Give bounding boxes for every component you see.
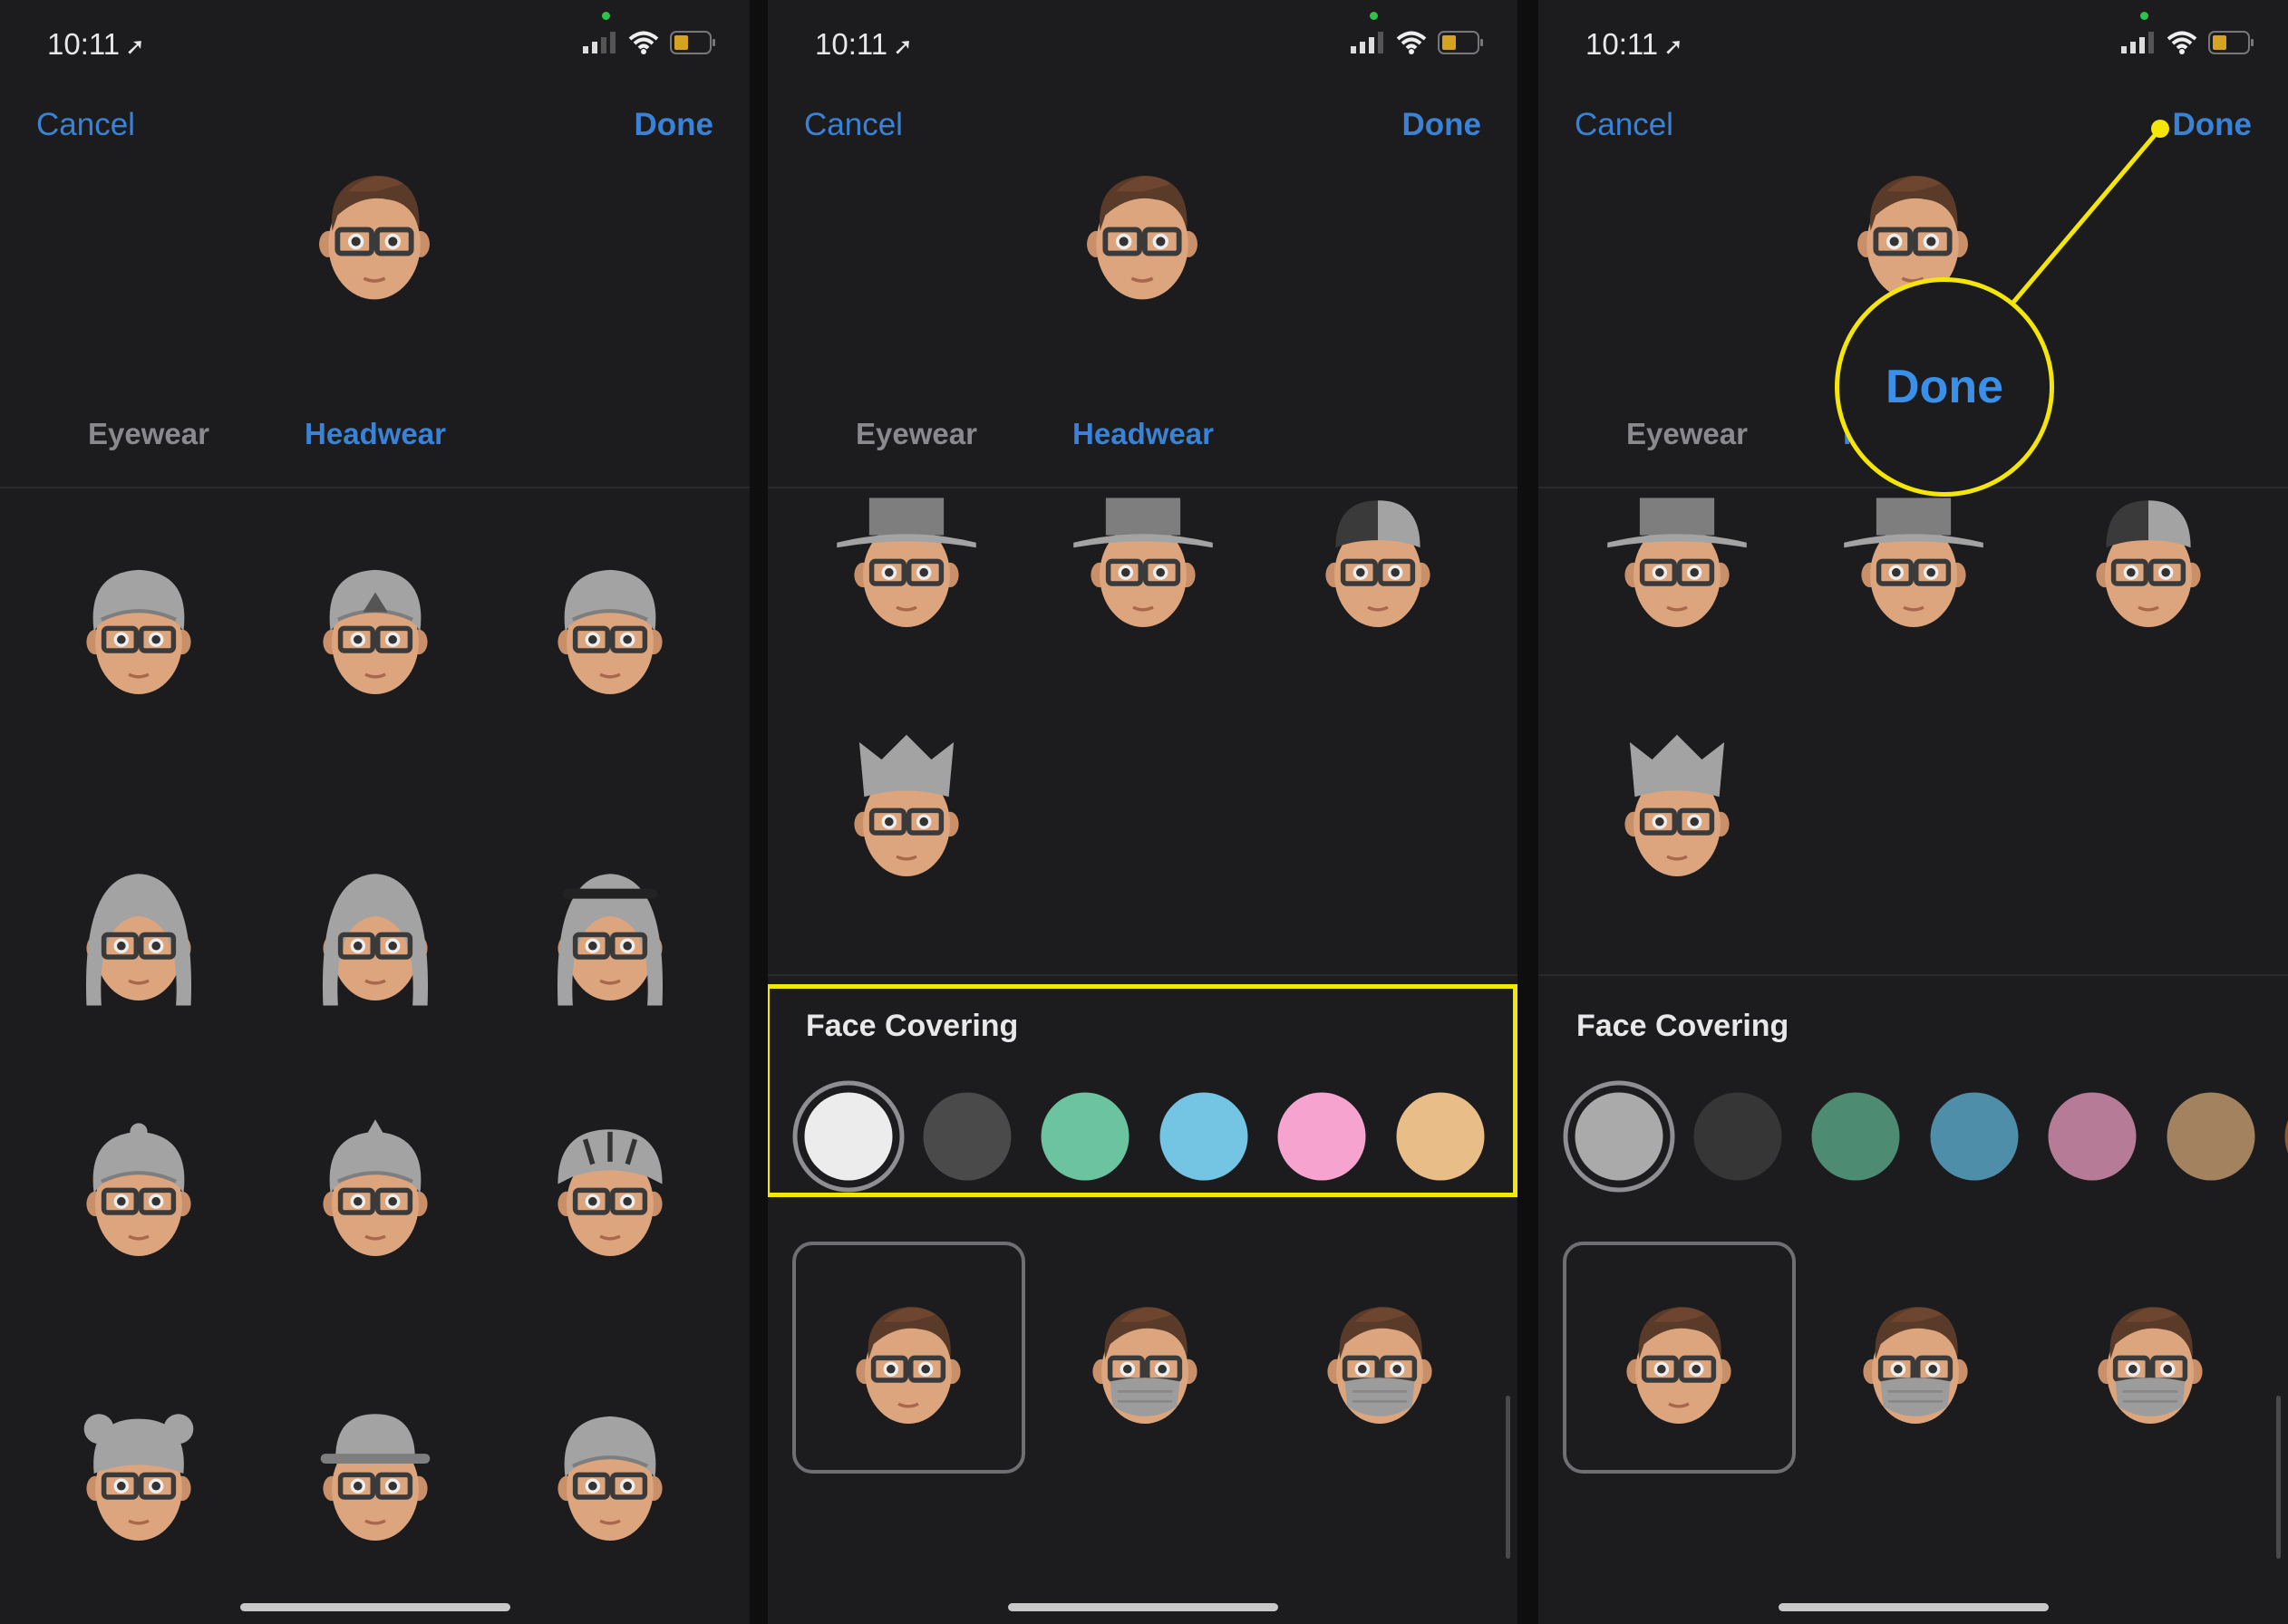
- memoji-preview: [1061, 147, 1224, 310]
- memoji-bear-ears-hat-image: [83, 1414, 194, 1542]
- scroll-indicator[interactable]: [2276, 1396, 2281, 1559]
- memoji-beanie-image: [557, 1416, 663, 1542]
- status-icons: [583, 31, 717, 54]
- headwear-option-peaked-beanie[interactable]: [298, 1112, 452, 1266]
- status-icons: [1351, 31, 1485, 54]
- face-covering-option-surgical-mask[interactable]: [1838, 1280, 1992, 1434]
- face-covering-option-surgical-mask[interactable]: [1068, 1280, 1222, 1434]
- editor-panel-1: 10:11 ➚ Cancel Done Eyewear Headwear: [0, 0, 750, 1624]
- memoji-crown-image: [854, 734, 959, 877]
- selected-option-frame: [792, 1242, 1025, 1474]
- memoji-turban-image: [86, 569, 191, 695]
- memoji-two-tone-cap-image: [1325, 500, 1430, 628]
- location-arrow-icon: ➚: [893, 33, 913, 60]
- headwear-option-bear-ears-hat[interactable]: [62, 1397, 216, 1551]
- cancel-button[interactable]: Cancel: [804, 107, 903, 143]
- face-covering-highlight-box: [768, 984, 1517, 1197]
- tab-eyewear[interactable]: Eyewear: [856, 417, 977, 451]
- headwear-option-beanie[interactable]: [533, 1397, 687, 1551]
- memoji-bike-helmet-image: [557, 1129, 663, 1257]
- memoji-turban-wrap-image: [323, 569, 428, 695]
- tab-headwear[interactable]: Headwear: [305, 417, 446, 451]
- memoji-bucket-hat-image: [1073, 498, 1213, 628]
- headwear-option-crown[interactable]: [829, 732, 984, 886]
- memoji-hair-image: [1087, 175, 1197, 300]
- home-indicator[interactable]: [239, 1603, 510, 1611]
- memoji-head-wrap-image: [557, 569, 663, 695]
- memoji-hair-image: [1092, 1307, 1197, 1425]
- face-covering-color-swatch[interactable]: [1811, 1092, 1900, 1181]
- headwear-option-two-tone-cap[interactable]: [1301, 483, 1455, 637]
- face-covering-color-swatch[interactable]: [2167, 1092, 2254, 1181]
- headwear-option-crown[interactable]: [1600, 732, 1754, 886]
- face-covering-option-cloth-mask[interactable]: [1303, 1280, 1457, 1434]
- status-time-text: 10:11: [47, 27, 121, 61]
- tab-eyewear[interactable]: Eyewear: [88, 417, 209, 451]
- headwear-option-bucket-hat[interactable]: [1066, 483, 1220, 637]
- status-time-text: 10:11: [815, 27, 888, 61]
- headwear-option-hijab-long[interactable]: [298, 856, 452, 1010]
- headwear-option-hard-hat[interactable]: [298, 1397, 452, 1551]
- home-indicator[interactable]: [1778, 1603, 2049, 1611]
- done-button[interactable]: Done: [1402, 107, 1482, 143]
- tab-headwear[interactable]: Headwear: [1072, 417, 1214, 451]
- headwear-option-wide-brim-hat[interactable]: [829, 483, 984, 637]
- face-covering-color-swatch[interactable]: [2284, 1092, 2288, 1181]
- wifi-icon: [628, 31, 659, 54]
- face-covering-color-swatch[interactable]: [1930, 1092, 2018, 1181]
- memoji-preview: [293, 147, 456, 310]
- done-button[interactable]: Done: [635, 107, 714, 143]
- editor-panel-3: 10:11➚ CancelDone EyewearHeadwear: [1538, 0, 2288, 1624]
- section-divider: [1538, 974, 2288, 976]
- memoji-hard-hat-image: [320, 1414, 431, 1542]
- headwear-option-keffiyeh[interactable]: [533, 856, 687, 1010]
- memoji-hijab-image: [85, 874, 192, 1006]
- section-divider: [0, 487, 750, 488]
- memoji-peaked-beanie-image: [323, 1119, 428, 1257]
- wifi-icon: [1396, 31, 1427, 54]
- memoji-wide-brim-hat-image: [837, 498, 976, 628]
- camera-in-use-indicator: [602, 12, 610, 20]
- memoji-crown-image: [1624, 734, 1730, 877]
- camera-in-use-indicator: [1370, 12, 1378, 20]
- headwear-option-head-wrap[interactable]: [533, 550, 687, 704]
- face-covering-color-swatch[interactable]: [2048, 1092, 2137, 1181]
- memoji-hijab-long-image: [322, 874, 429, 1006]
- cellular-signal-icon: [583, 32, 616, 53]
- headwear-option-bike-helmet[interactable]: [533, 1112, 687, 1266]
- done-callout-magnifier: Done: [1835, 277, 2054, 497]
- memoji-pompom-beanie-image: [86, 1123, 191, 1257]
- location-arrow-icon: ➚: [125, 33, 145, 60]
- memoji-hair-image: [319, 175, 430, 300]
- headwear-option-hijab[interactable]: [62, 856, 216, 1010]
- status-time: 10:11 ➚: [815, 27, 913, 62]
- memoji-hair-image: [2098, 1307, 2203, 1425]
- face-covering-label: Face Covering: [1576, 1009, 1789, 1043]
- memoji-hair-image: [1863, 1307, 1968, 1425]
- battery-low-icon: [670, 31, 715, 54]
- home-indicator[interactable]: [1007, 1603, 1278, 1611]
- memoji-keffiyeh-image: [557, 874, 664, 1006]
- selected-option-frame: [1563, 1242, 1796, 1474]
- scroll-indicator[interactable]: [1506, 1396, 1510, 1559]
- status-time: 10:11 ➚: [47, 27, 145, 62]
- memoji-hair-image: [1327, 1307, 1432, 1425]
- face-covering-color-swatch[interactable]: [1575, 1092, 1663, 1181]
- face-covering-color-swatch[interactable]: [1693, 1092, 1781, 1181]
- section-divider: [768, 974, 1517, 976]
- cancel-button[interactable]: Cancel: [36, 107, 135, 143]
- headwear-option-pompom-beanie[interactable]: [62, 1112, 216, 1266]
- battery-low-icon: [1438, 31, 1483, 54]
- face-covering-option-cloth-mask[interactable]: [2073, 1280, 2227, 1434]
- headwear-option-turban-wrap[interactable]: [298, 550, 452, 704]
- editor-panel-2: 10:11 ➚ Cancel Done Eyewear Headwear Fac…: [768, 0, 1517, 1624]
- cellular-signal-icon: [1351, 32, 1383, 53]
- headwear-option-turban[interactable]: [62, 550, 216, 704]
